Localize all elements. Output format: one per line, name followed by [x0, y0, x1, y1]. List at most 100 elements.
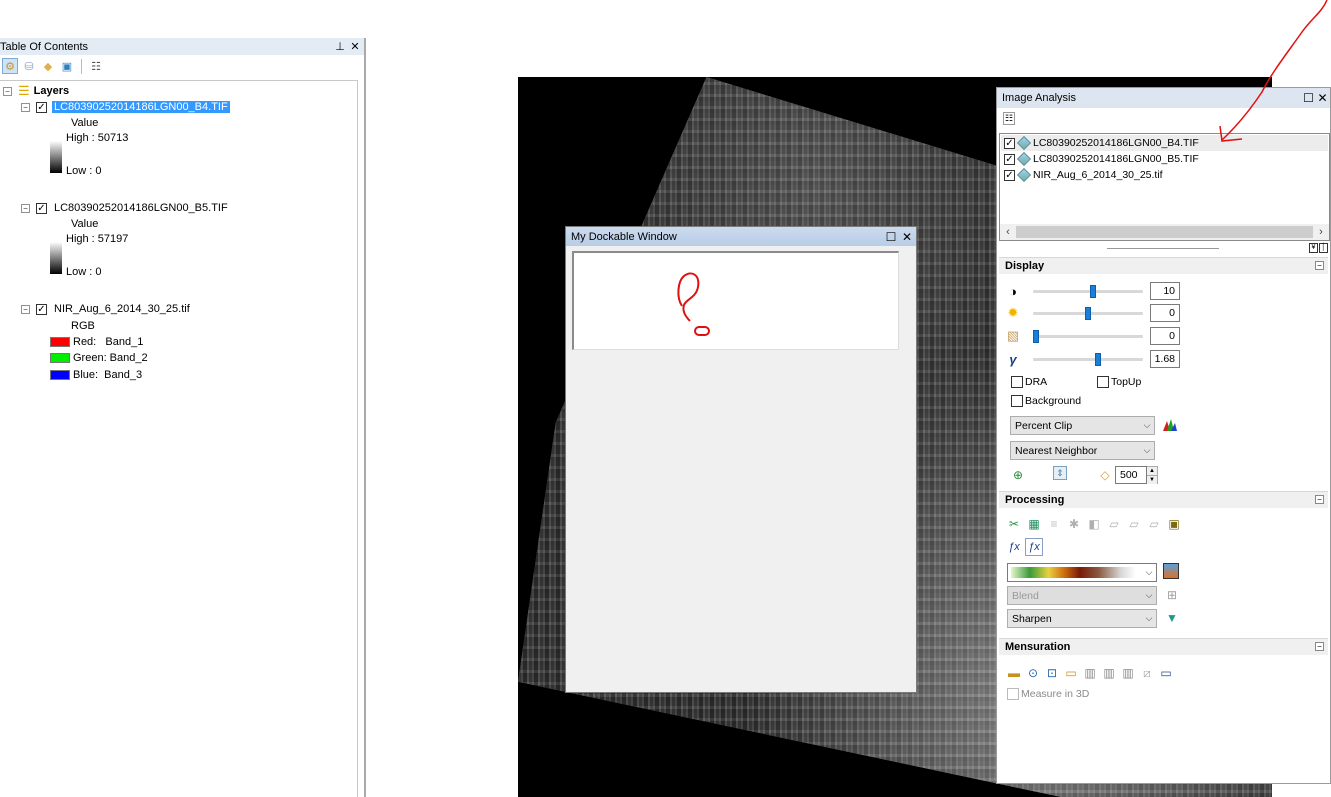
clip-icon[interactable]: ✂	[1005, 515, 1023, 533]
transparency-slider[interactable]	[1033, 329, 1143, 343]
splitter-grip[interactable]	[1107, 248, 1219, 249]
measure-3d-label: Measure in 3D	[1021, 688, 1090, 700]
swipe-icon[interactable]: ⇕	[1053, 466, 1067, 480]
export-icon[interactable]: ▣	[1165, 515, 1183, 533]
transparency-value[interactable]: 0	[1150, 327, 1180, 345]
height-top-shadow-icon[interactable]: ▥	[1119, 664, 1137, 682]
close-icon[interactable]: ✕	[1316, 91, 1329, 105]
function-editor-icon[interactable]: ƒx	[1025, 538, 1043, 556]
scrollbar-thumb[interactable]	[1016, 226, 1313, 238]
ia-layer-checkbox[interactable]: ✓	[1004, 137, 1015, 149]
legend-title: Value	[71, 216, 98, 232]
toc-titlebar[interactable]: Table Of Contents ⊥ ✕	[0, 38, 364, 55]
layer-name[interactable]: NIR_Aug_6_2014_30_25.tif	[52, 303, 192, 315]
scale-value[interactable]: 500	[1115, 466, 1147, 484]
height-base-top-icon[interactable]: ▥	[1081, 664, 1099, 682]
collapse-toggle[interactable]: −	[21, 102, 30, 112]
measure-3d-checkbox[interactable]	[1007, 688, 1019, 700]
measure-settings-icon[interactable]: ▭	[1157, 664, 1175, 682]
collapse-section-icon[interactable]: −	[1315, 495, 1324, 504]
layer-row[interactable]: − ✓ LC80390252014186LGN00_B4.TIF	[21, 99, 230, 115]
stretch-type-dropdown[interactable]: Percent Clip ⌵	[1010, 416, 1155, 435]
ia-layer-item[interactable]: ✓ LC80390252014186LGN00_B4.TIF	[1001, 135, 1328, 151]
horizontal-scrollbar[interactable]: ‹ ›	[1000, 224, 1329, 240]
gamma-slider[interactable]	[1033, 352, 1143, 366]
collapse-toggle[interactable]: −	[3, 86, 12, 96]
layer-visibility-checkbox[interactable]: ✓	[36, 202, 47, 214]
zoom-to-raster-resolution-icon[interactable]: ⊕	[1009, 466, 1027, 484]
resampling-dropdown[interactable]: Nearest Neighbor ⌵	[1010, 441, 1155, 460]
measure-area-icon[interactable]: ▭	[1062, 664, 1080, 682]
brightness-slider[interactable]	[1033, 306, 1143, 320]
tree-root-layers[interactable]: − ☰ Layers	[3, 83, 69, 99]
list-splitter[interactable]: ¥ │	[997, 243, 1330, 255]
scale-icon[interactable]: ◇	[1096, 466, 1114, 484]
contrast-value[interactable]: 10	[1150, 282, 1180, 300]
close-icon[interactable]: ✕	[900, 230, 914, 244]
spin-up-icon[interactable]: ▲	[1147, 467, 1157, 475]
options-icon[interactable]: ☷	[1003, 111, 1015, 125]
background-checkbox[interactable]	[1011, 395, 1023, 407]
clear-measurements-icon[interactable]: ⧄	[1138, 664, 1156, 682]
height-base-shadow-icon[interactable]: ▥	[1100, 664, 1118, 682]
scroll-right-icon[interactable]: ›	[1313, 226, 1329, 238]
background-checkbox-row[interactable]: Background	[1011, 395, 1081, 407]
layer-name[interactable]: LC80390252014186LGN00_B4.TIF	[52, 101, 230, 113]
color-ramp-dropdown[interactable]: ⌵	[1007, 563, 1157, 582]
scale-spinner[interactable]: 500 ▲ ▼	[1115, 466, 1158, 484]
ia-layer-item[interactable]: ✓ LC80390252014186LGN00_B5.TIF	[1004, 151, 1199, 167]
convolution-filter-icon[interactable]: ▼	[1163, 609, 1181, 627]
histogram-icon[interactable]	[1161, 416, 1179, 434]
slider-thumb[interactable]	[1090, 284, 1096, 298]
brightness-value[interactable]: 0	[1150, 304, 1180, 322]
collapse-toggle[interactable]: −	[21, 203, 30, 213]
pane-toggle-icon[interactable]: │	[1319, 243, 1328, 253]
measure-distance-icon[interactable]: ▬	[1005, 664, 1023, 682]
dra-checkbox[interactable]	[1011, 376, 1023, 388]
dra-checkbox-row[interactable]: DRA	[1011, 376, 1047, 388]
list-by-selection-icon[interactable]: ▣	[59, 58, 75, 74]
list-by-visibility-icon[interactable]: ◆	[40, 58, 56, 74]
options-icon[interactable]: ☷	[88, 58, 104, 74]
topup-checkbox-row[interactable]: TopUp	[1097, 376, 1141, 388]
processing-section-header[interactable]: Processing −	[999, 491, 1328, 508]
mask-icon[interactable]: ▦	[1025, 515, 1043, 533]
contrast-slider[interactable]	[1033, 284, 1143, 298]
list-by-drawing-order-icon[interactable]: ⚙	[2, 58, 18, 74]
mensuration-section-header[interactable]: Mensuration −	[999, 638, 1328, 655]
slider-thumb[interactable]	[1033, 329, 1039, 343]
layer-visibility-checkbox[interactable]: ✓	[36, 101, 47, 113]
slider-thumb[interactable]	[1085, 306, 1091, 320]
dockable-window-titlebar[interactable]: My Dockable Window ☐ ✕	[566, 227, 916, 246]
scroll-left-icon[interactable]: ‹	[1000, 226, 1016, 238]
ia-layer-item[interactable]: ✓ NIR_Aug_6_2014_30_25.tif	[1004, 167, 1163, 183]
slider-thumb[interactable]	[1095, 352, 1101, 366]
display-section-header[interactable]: Display −	[999, 257, 1328, 274]
ia-layer-checkbox[interactable]: ✓	[1004, 153, 1015, 165]
layer-name[interactable]: LC80390252014186LGN00_B5.TIF	[52, 202, 230, 214]
measure-centroid-icon[interactable]: ⊡	[1043, 664, 1061, 682]
sharpen-dropdown[interactable]: Sharpen ⌵	[1007, 609, 1157, 628]
list-by-source-icon[interactable]: ⛁	[21, 58, 37, 74]
layer-row[interactable]: − ✓ LC80390252014186LGN00_B5.TIF	[21, 200, 230, 216]
measure-3d-checkbox-row[interactable]: Measure in 3D	[1007, 688, 1089, 700]
image-analysis-titlebar[interactable]: Image Analysis ☐ ✕	[997, 88, 1330, 108]
measure-point-icon[interactable]: ⊙	[1024, 664, 1042, 682]
topup-checkbox[interactable]	[1097, 376, 1109, 388]
close-icon[interactable]: ✕	[349, 40, 361, 53]
gamma-value[interactable]: 1.68	[1150, 350, 1180, 368]
dockable-window-content-area[interactable]	[572, 251, 899, 350]
collapse-all-icon[interactable]: ¥	[1309, 243, 1318, 253]
layer-visibility-checkbox[interactable]: ✓	[36, 303, 47, 315]
apply-color-ramp-icon[interactable]	[1163, 563, 1179, 579]
add-function-icon[interactable]: ƒx	[1005, 538, 1023, 556]
maximize-icon[interactable]: ☐	[884, 230, 898, 244]
pin-icon[interactable]: ⊥	[334, 40, 346, 53]
maximize-icon[interactable]: ☐	[1302, 91, 1315, 105]
collapse-section-icon[interactable]: −	[1315, 642, 1324, 651]
collapse-section-icon[interactable]: −	[1315, 261, 1324, 270]
ia-layer-checkbox[interactable]: ✓	[1004, 169, 1015, 181]
spin-down-icon[interactable]: ▼	[1147, 475, 1157, 484]
collapse-toggle[interactable]: −	[21, 304, 30, 314]
layer-row[interactable]: − ✓ NIR_Aug_6_2014_30_25.tif	[21, 301, 192, 317]
